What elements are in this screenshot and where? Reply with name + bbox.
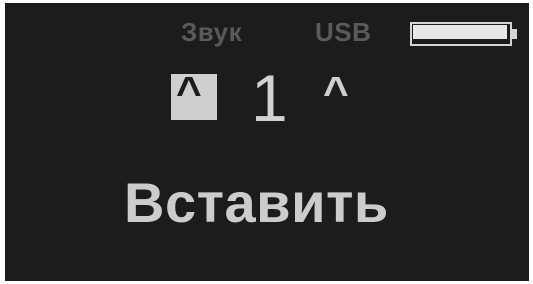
sound-status-label: Звук [181,17,243,47]
left-arrow-icon[interactable]: ^ [176,71,202,115]
insert-action-label[interactable]: Вставить [124,171,389,235]
battery-tip [512,29,517,39]
usb-status-label: USB [315,17,372,47]
device-screen: Звук USB ^ 1 ^ Вставить [5,3,529,281]
battery-fill [413,25,507,39]
battery-icon [410,22,517,46]
right-arrow-icon[interactable]: ^ [323,71,349,115]
selector-value: 1 [251,61,288,135]
